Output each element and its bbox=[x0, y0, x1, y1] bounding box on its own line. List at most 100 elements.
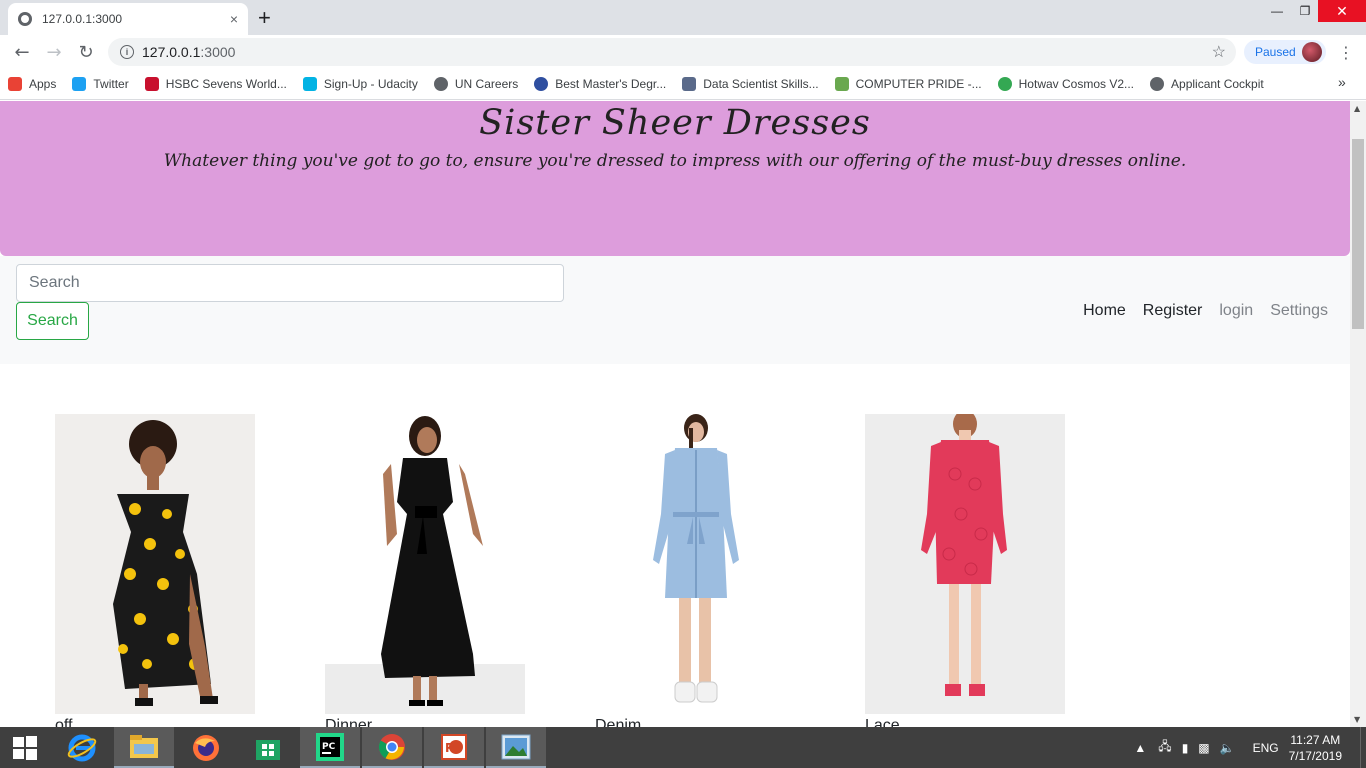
bookmark-label: Twitter bbox=[93, 77, 129, 91]
bookmark-item[interactable]: Twitter bbox=[64, 72, 136, 96]
site-info-icon[interactable]: i bbox=[120, 45, 134, 59]
forward-arrow-icon[interactable]: → bbox=[38, 38, 70, 66]
globe-icon bbox=[433, 77, 448, 91]
internet-explorer-icon[interactable] bbox=[52, 727, 112, 768]
nav-link-login[interactable]: login bbox=[1219, 302, 1253, 320]
page-scrollbar[interactable]: ▲ ▼ bbox=[1350, 101, 1366, 727]
nav-link-home[interactable]: Home bbox=[1083, 302, 1126, 320]
globe-icon bbox=[1150, 77, 1165, 91]
search-input[interactable] bbox=[16, 264, 564, 302]
product-name[interactable]: off... bbox=[55, 717, 86, 727]
scroll-up-icon[interactable]: ▲ bbox=[1354, 104, 1360, 113]
more-bookmarks-icon[interactable]: » bbox=[1338, 74, 1346, 90]
apps-grid-icon bbox=[8, 77, 22, 91]
bookmark-item[interactable]: Hotwav Cosmos V2... bbox=[990, 72, 1142, 96]
product-image-dinner-dress[interactable] bbox=[325, 414, 525, 714]
product-name[interactable]: Lace bbox=[865, 717, 900, 727]
site-globe-icon bbox=[18, 12, 32, 26]
tab-title: 127.0.0.1:3000 bbox=[42, 12, 123, 26]
page-viewport: Sister Sheer Dresses Whatever thing you'… bbox=[0, 101, 1350, 727]
bookmark-item[interactable]: Sign-Up - Udacity bbox=[295, 72, 426, 96]
product-image-denim-dress[interactable] bbox=[595, 414, 795, 714]
bookmark-item[interactable]: COMPUTER PRIDE -... bbox=[827, 72, 990, 96]
svg-text:P: P bbox=[445, 741, 454, 755]
new-tab-button[interactable]: + bbox=[258, 5, 271, 31]
network-error-icon[interactable]: 🖧 bbox=[1158, 737, 1171, 758]
bookmark-item[interactable]: Data Scientist Skills... bbox=[674, 72, 826, 96]
battery-icon[interactable]: ▮ bbox=[1182, 741, 1189, 755]
search-button[interactable]: Search bbox=[16, 302, 89, 340]
pycharm-icon[interactable]: PC bbox=[300, 727, 360, 768]
product-card[interactable]: Denim bbox=[595, 414, 795, 727]
show-desktop-button[interactable] bbox=[1360, 727, 1366, 768]
minimize-window-button[interactable]: — bbox=[1262, 0, 1292, 22]
url-host: 127.0.0.1 bbox=[142, 44, 201, 60]
bookmark-label: Sign-Up - Udacity bbox=[323, 77, 418, 91]
bookmarks-bar: Apps Twitter HSBC Sevens World... Sign-Up -… bbox=[0, 69, 1366, 100]
bookmark-label: Apps bbox=[29, 77, 57, 91]
bookmark-item[interactable]: UN Careers bbox=[426, 72, 526, 96]
bookmark-label: UN Careers bbox=[454, 77, 519, 91]
restore-window-button[interactable]: ❐ bbox=[1290, 0, 1320, 22]
product-name[interactable]: Denim bbox=[595, 717, 641, 727]
bookmark-item[interactable]: HSBC Sevens World... bbox=[137, 72, 295, 96]
clock-time: 11:27 AM bbox=[1290, 732, 1341, 747]
bookmark-label: Best Master's Degr... bbox=[555, 77, 667, 91]
windows-store-icon[interactable] bbox=[238, 727, 298, 768]
tab-close-icon[interactable]: × bbox=[230, 11, 238, 27]
address-bar[interactable]: i 127.0.0.1:3000 ☆ bbox=[108, 38, 1236, 66]
product-image-sunflower-dress[interactable] bbox=[55, 414, 255, 714]
navbar: Search Home Register login Settings bbox=[0, 256, 1350, 364]
bookmark-label: COMPUTER PRIDE -... bbox=[855, 77, 982, 91]
chrome-icon[interactable] bbox=[362, 727, 422, 768]
windows-taskbar: PC P ▲ 🖧 ▮ ▩ 🔈 ENG 11:27 AM 7/17/2019 bbox=[0, 727, 1366, 768]
hsbc-icon bbox=[144, 77, 159, 91]
wifi-off-icon[interactable]: ▩ bbox=[1198, 741, 1209, 755]
clock[interactable]: 11:27 AM 7/17/2019 bbox=[1289, 732, 1342, 764]
show-hidden-icons-icon[interactable]: ▲ bbox=[1134, 741, 1146, 755]
nav-link-register[interactable]: Register bbox=[1143, 302, 1203, 320]
volume-icon[interactable]: 🔈 bbox=[1220, 741, 1235, 755]
photo-viewer-icon[interactable] bbox=[486, 727, 546, 768]
site-title: Sister Sheer Dresses bbox=[479, 103, 871, 143]
bookmark-item[interactable]: Apps bbox=[0, 72, 64, 96]
product-name[interactable]: Dinner bbox=[325, 717, 372, 727]
product-card[interactable]: Dinner bbox=[325, 414, 525, 727]
bookmark-label: Hotwav Cosmos V2... bbox=[1018, 77, 1135, 91]
twitter-icon bbox=[72, 77, 87, 91]
back-arrow-icon[interactable]: ← bbox=[6, 38, 38, 66]
bookmark-label: HSBC Sevens World... bbox=[165, 77, 287, 91]
svg-text:PC: PC bbox=[322, 742, 336, 752]
reload-icon[interactable]: ↻ bbox=[70, 38, 102, 66]
product-card[interactable]: Lace bbox=[865, 414, 1065, 727]
gear-icon bbox=[682, 77, 697, 91]
profile-status-label: Paused bbox=[1255, 45, 1296, 59]
site-tagline: Whatever thing you've got to go to, ensu… bbox=[163, 151, 1187, 171]
profile-paused-button[interactable]: Paused bbox=[1244, 40, 1326, 64]
browser-toolbar: ← → ↻ i 127.0.0.1:3000 ☆ Paused ⋮ bbox=[0, 35, 1366, 69]
bookmark-item[interactable]: Applicant Cockpit bbox=[1142, 72, 1272, 96]
clock-date: 7/17/2019 bbox=[1288, 748, 1342, 763]
globe-icon bbox=[534, 77, 549, 91]
scrollbar-thumb[interactable] bbox=[1352, 139, 1364, 329]
site-header-banner: Sister Sheer Dresses Whatever thing you'… bbox=[0, 101, 1350, 256]
scroll-down-icon[interactable]: ▼ bbox=[1354, 715, 1360, 724]
bookmark-label: Data Scientist Skills... bbox=[703, 77, 819, 91]
file-explorer-icon[interactable] bbox=[114, 727, 174, 768]
firefox-icon[interactable] bbox=[176, 727, 236, 768]
language-indicator[interactable]: ENG bbox=[1253, 741, 1279, 755]
udacity-icon bbox=[302, 77, 317, 91]
nav-link-settings[interactable]: Settings bbox=[1270, 302, 1328, 320]
nav-links: Home Register login Settings bbox=[1066, 302, 1328, 320]
product-image-lace-dress[interactable] bbox=[865, 414, 1065, 714]
url-port: :3000 bbox=[200, 44, 236, 60]
powerpoint-icon[interactable]: P bbox=[424, 727, 484, 768]
system-tray: ▲ 🖧 ▮ ▩ 🔈 ENG 11:27 AM 7/17/2019 bbox=[1134, 727, 1366, 768]
product-card[interactable]: off... bbox=[55, 414, 255, 727]
browser-tab[interactable]: 127.0.0.1:3000 × bbox=[8, 3, 248, 35]
browser-menu-icon[interactable]: ⋮ bbox=[1338, 43, 1354, 62]
bookmark-star-icon[interactable]: ☆ bbox=[1212, 42, 1226, 62]
close-window-button[interactable]: ✕ bbox=[1318, 0, 1366, 22]
windows-start-icon[interactable] bbox=[0, 727, 50, 768]
bookmark-item[interactable]: Best Master's Degr... bbox=[526, 72, 674, 96]
